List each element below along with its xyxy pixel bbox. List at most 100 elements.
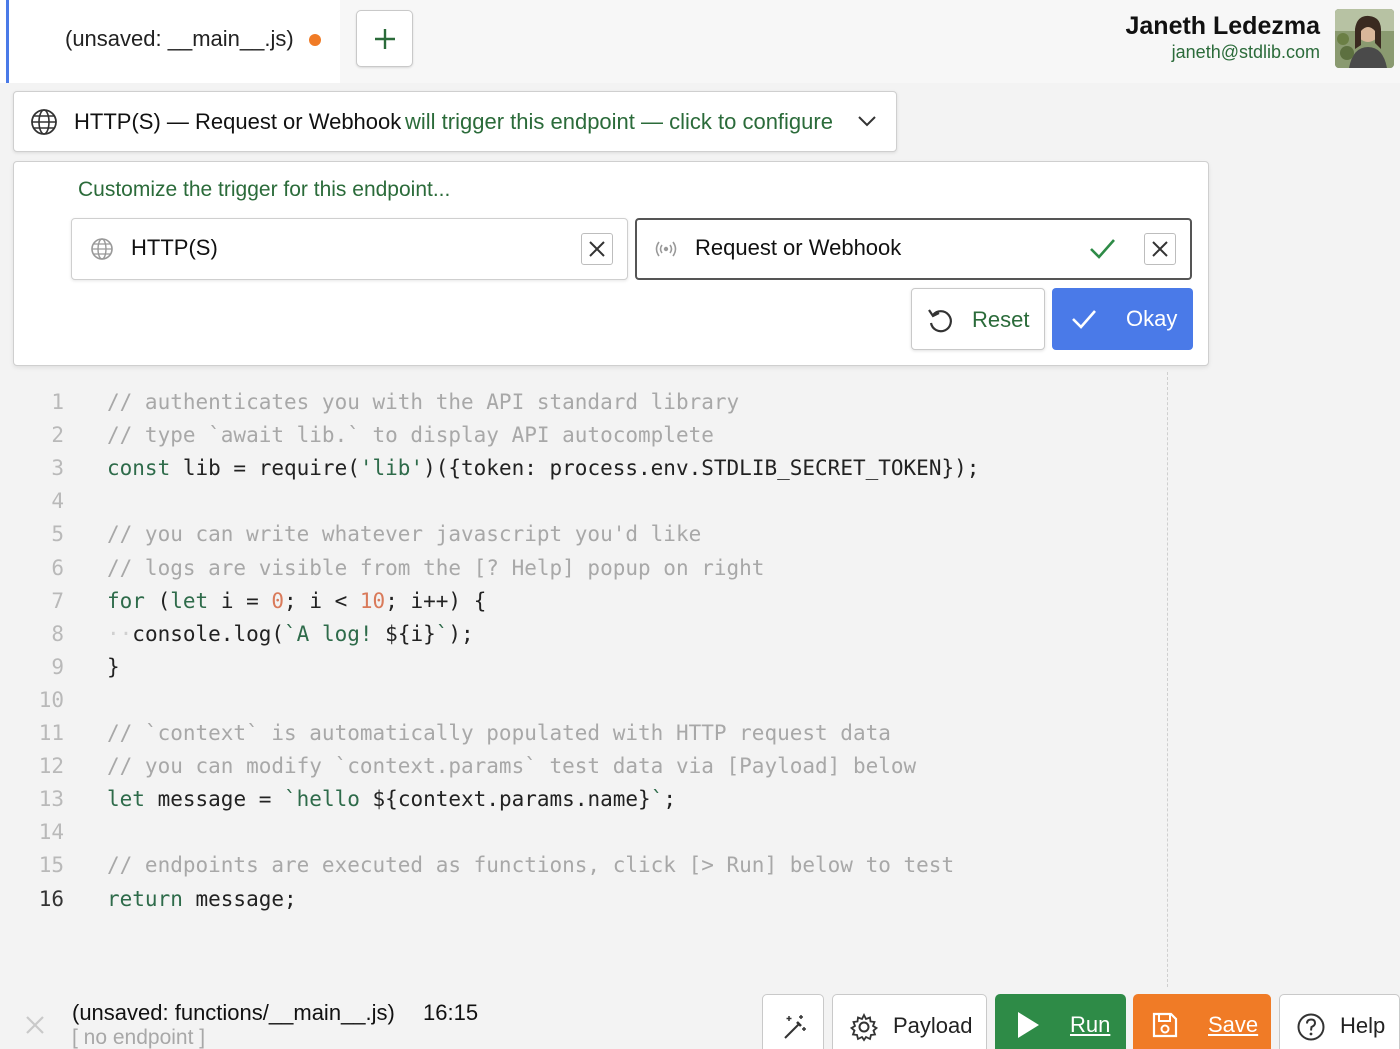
code-token: ; i++) {: [385, 588, 487, 613]
code-token: 'lib': [359, 456, 424, 481]
code-line[interactable]: 15 // endpoints are executed as functions…: [0, 849, 1160, 882]
line-number: 4: [51, 489, 64, 514]
code-line[interactable]: 1 // authenticates you with the API stand…: [0, 386, 1160, 419]
code-token: ; i <: [284, 588, 360, 613]
code-token: // logs are visible from the [? Help] po…: [107, 555, 765, 580]
code-line[interactable]: 4: [0, 485, 1160, 518]
code-line[interactable]: 11 // `context` is automatically populate…: [0, 717, 1160, 750]
code-token: // type `await lib.` to display API auto…: [107, 423, 714, 448]
code-token: ${context.params.name}: [372, 787, 651, 812]
okay-button[interactable]: Okay: [1052, 288, 1193, 350]
code-text: const lib = require('lib')({token: proce…: [107, 452, 979, 485]
request-webhook-clear-button[interactable]: [1144, 233, 1176, 265]
close-icon[interactable]: [25, 1015, 45, 1035]
line-number: 1: [51, 390, 64, 414]
code-text: ··console.log(`A log! ${i}`);: [107, 618, 474, 651]
code-text: }: [107, 651, 120, 684]
code-text: // authenticates you with the API standa…: [107, 386, 739, 419]
line-number: 16: [38, 886, 64, 911]
payload-button[interactable]: Payload: [832, 994, 987, 1049]
code-token: (: [144, 588, 171, 613]
trigger-config-panel: Customize the trigger for this endpoint.…: [13, 161, 1209, 366]
code-text: // type `await lib.` to display API auto…: [107, 419, 714, 452]
code-line[interactable]: 2 // type `await lib.` to display API aut…: [0, 419, 1160, 452]
code-text: // you can modify `context.params` test …: [107, 750, 916, 783]
code-line[interactable]: 5 // you can write whatever javascript yo…: [0, 518, 1160, 551]
help-button[interactable]: Help: [1279, 994, 1400, 1049]
line-number: 12: [38, 754, 64, 779]
code-text: // logs are visible from the [? Help] po…: [107, 552, 764, 585]
avatar-photo: [1335, 9, 1394, 68]
code-token: message;: [182, 886, 297, 911]
unsaved-indicator: [309, 34, 321, 46]
code-token: console.log(: [132, 621, 285, 646]
code-line[interactable]: 13 let message = `hello ${context.params.…: [0, 783, 1160, 816]
play-icon: [1018, 1012, 1039, 1038]
run-button[interactable]: Run: [995, 994, 1126, 1049]
code-line[interactable]: 9}: [0, 651, 1160, 684]
http-field-label: HTTP(S): [131, 235, 218, 260]
chevron-down-icon: [858, 116, 876, 127]
code-line[interactable]: 8 ··console.log(`A log! ${i}`);: [0, 618, 1160, 651]
cursor-position: 16:15: [423, 1000, 479, 1025]
user-email: janeth@stdlib.com: [1171, 42, 1320, 62]
new-tab-button[interactable]: [356, 10, 413, 67]
http-clear-button[interactable]: [581, 233, 613, 265]
request-webhook-field-label: Request or Webhook: [695, 235, 902, 260]
payload-button-label: Payload: [893, 1013, 973, 1038]
code-line[interactable]: 7 for (let i = 0; i < 10; i++) {: [0, 585, 1160, 618]
user-name: Janeth Ledezma: [1125, 12, 1320, 40]
code-line[interactable]: 10: [0, 684, 1160, 717]
code-token: `: [650, 787, 664, 812]
endpoint-status: [ no endpoint ]: [72, 1026, 206, 1049]
line-number: 6: [51, 555, 64, 580]
code-token: return: [107, 886, 183, 911]
check-icon: [1090, 239, 1115, 259]
line-number: 7: [51, 588, 64, 613]
code-token: ;: [663, 787, 676, 812]
undo-icon: [928, 309, 952, 333]
code-token: // endpoints are executed as functions, …: [107, 853, 955, 878]
print-margin-guide: [1167, 372, 1168, 987]
top-bar: (unsaved: __main__.js) Janeth Ledezma ja…: [0, 0, 1400, 83]
file-tab[interactable]: (unsaved: __main__.js): [6, 0, 340, 83]
code-text: return message;: [107, 883, 297, 916]
line-number: 8: [51, 621, 64, 646]
code-token: // you can modify `context.params` test …: [107, 754, 917, 779]
close-icon: [1152, 241, 1168, 257]
code-line[interactable]: 6 // logs are visible from the [? Help] p…: [0, 552, 1160, 585]
code-text: for (let i = 0; i < 10; i++) {: [107, 585, 486, 618]
code-token: let: [170, 588, 209, 613]
code-token: `A log!: [284, 621, 386, 646]
panel-heading: Customize the trigger for this endpoint.…: [78, 178, 451, 201]
line-number: 13: [38, 787, 64, 812]
http-field[interactable]: HTTP(S): [71, 218, 628, 280]
code-editor[interactable]: 1 // authenticates you with the API stand…: [0, 372, 1400, 987]
run-button-label: Run: [1070, 1012, 1111, 1037]
trigger-title: HTTP(S) — Request or Webhook: [74, 109, 402, 134]
magic-wand-button[interactable]: [762, 994, 824, 1049]
magic-wand-icon: [784, 1015, 806, 1039]
save-button[interactable]: Save: [1133, 994, 1271, 1049]
globe-icon: [31, 109, 57, 135]
request-webhook-field[interactable]: Request or Webhook: [635, 218, 1192, 280]
file-tab-label: (unsaved: __main__.js): [65, 26, 294, 51]
reset-button[interactable]: Reset: [911, 288, 1045, 350]
code-token: message =: [144, 787, 285, 812]
code-token: for: [107, 588, 145, 613]
plus-icon: [374, 28, 395, 49]
trigger-subtitle: will trigger this endpoint — click to co…: [405, 109, 833, 134]
code-token: ··: [107, 621, 133, 646]
line-number: 2: [51, 423, 64, 448]
line-number: 14: [38, 820, 64, 845]
code-line[interactable]: 16 return message;: [0, 883, 1160, 916]
line-number: 10: [38, 687, 64, 712]
code-line[interactable]: 14: [0, 816, 1160, 849]
avatar[interactable]: [1335, 9, 1394, 68]
code-text: // `context` is automatically populated …: [107, 717, 891, 750]
code-line[interactable]: 3 const lib = require('lib')({token: proc…: [0, 452, 1160, 485]
line-number: 5: [51, 522, 64, 547]
code-line[interactable]: 12 // you can modify `context.params` tes…: [0, 750, 1160, 783]
trigger-selector[interactable]: HTTP(S) — Request or Webhook will trigge…: [13, 91, 897, 152]
floppy-disk-icon: [1152, 1012, 1178, 1038]
